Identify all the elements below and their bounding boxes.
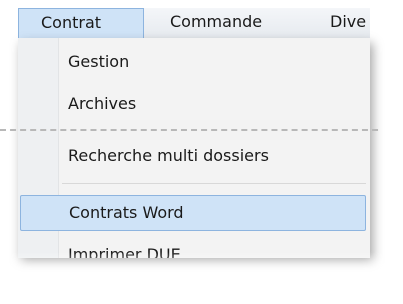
- menu-item-archives[interactable]: Archives: [68, 92, 136, 116]
- menu-bar: Contrat Commande Dive: [18, 8, 370, 39]
- menu-commande[interactable]: Commande: [170, 8, 262, 38]
- menu-divers-label: Dive: [330, 12, 367, 31]
- bottom-fade: [0, 252, 403, 304]
- menu-item-gestion-label: Gestion: [68, 52, 130, 71]
- menu-item-archives-label: Archives: [68, 94, 137, 113]
- menu-contrat-label: Contrat: [41, 13, 102, 32]
- menu-item-recherche-label: Recherche multi dossiers: [68, 146, 269, 165]
- torn-edge-divider: [0, 129, 378, 131]
- menu-separator: [62, 183, 366, 184]
- menu-item-recherche-multi-dossiers[interactable]: Recherche multi dossiers: [68, 144, 269, 168]
- menu-item-gestion[interactable]: Gestion: [68, 50, 129, 74]
- menu-commande-label: Commande: [170, 12, 263, 31]
- menu-item-contrats-word[interactable]: Contrats Word: [20, 195, 366, 231]
- menu-divers[interactable]: Dive: [330, 8, 366, 38]
- menu-contrat[interactable]: Contrat: [18, 8, 144, 38]
- contrat-dropdown-menu: Gestion Archives Recherche multi dossier…: [18, 38, 370, 258]
- menu-item-contrats-word-label: Contrats Word: [69, 203, 184, 222]
